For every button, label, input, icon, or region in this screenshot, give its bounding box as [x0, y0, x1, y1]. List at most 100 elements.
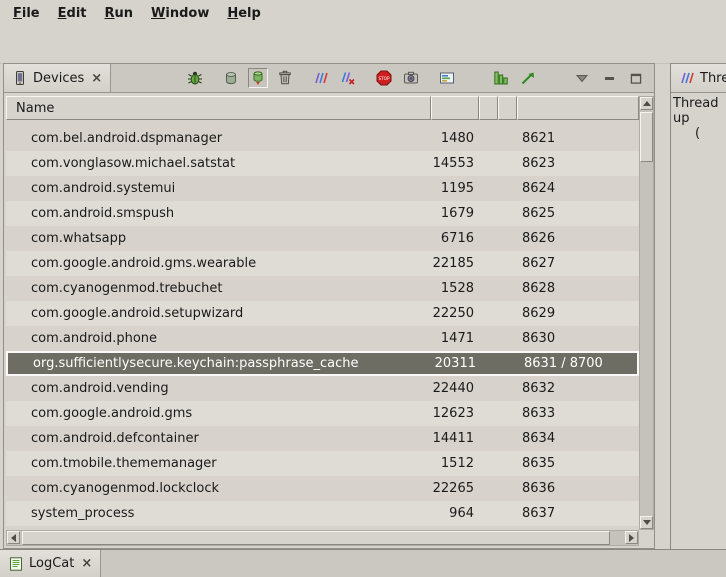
- process-name: com.google.android.gms.wearable: [6, 251, 431, 276]
- process-name: org.sufficientlysecure.keychain:passphra…: [8, 353, 433, 374]
- table-row[interactable]: com.android.phone 1471 8630: [6, 326, 639, 351]
- scroll-left-button[interactable]: [7, 531, 20, 544]
- vertical-scrollbar[interactable]: [639, 96, 654, 530]
- process-port: 8632: [517, 376, 639, 401]
- status-cell: [479, 451, 498, 476]
- process-pid: 20311: [433, 353, 481, 374]
- table-row[interactable]: com.google.android.gms 12623 8633: [6, 401, 639, 426]
- process-port: 8624: [517, 176, 639, 201]
- tab-logcat[interactable]: LogCat ×: [0, 550, 101, 577]
- table-row[interactable]: com.bel.android.dspmanager 1480 8621: [6, 126, 639, 151]
- table-row[interactable]: org.sufficientlysecure.keychain:passphra…: [6, 351, 639, 376]
- table-row[interactable]: com.android.vending 22440 8632: [6, 376, 639, 401]
- process-name: com.cyanogenmod.lockclock: [6, 476, 431, 501]
- scroll-up-button[interactable]: [640, 97, 653, 110]
- process-port: 8635: [517, 451, 639, 476]
- process-pid: 1512: [431, 451, 479, 476]
- process-name: system_process: [6, 501, 431, 526]
- left-arrow-icon: [11, 534, 16, 542]
- table-row[interactable]: com.cyanogenmod.trebuchet 1528 8628: [6, 276, 639, 301]
- trace-icon[interactable]: [437, 68, 457, 88]
- process-pid: 22440: [431, 376, 479, 401]
- screen-capture-icon[interactable]: [401, 68, 421, 88]
- process-port: 8628: [517, 276, 639, 301]
- status-cell: [479, 251, 498, 276]
- process-port: 8630: [517, 326, 639, 351]
- table-row[interactable]: com.android.defcontainer 14411 8634: [6, 426, 639, 451]
- tab-threads[interactable]: Threa: [671, 64, 726, 92]
- minimize-icon[interactable]: [599, 68, 619, 88]
- heap-bars-icon[interactable]: [491, 68, 511, 88]
- process-pid: 964: [431, 501, 479, 526]
- menu-item[interactable]: Help: [218, 3, 269, 24]
- menu-item[interactable]: Edit: [49, 3, 96, 24]
- process-pid: 1528: [431, 276, 479, 301]
- status-cell: [479, 401, 498, 426]
- process-port: 8629: [517, 301, 639, 326]
- column-header-status2[interactable]: [498, 96, 517, 120]
- status-cell: [498, 426, 517, 451]
- column-header-name-label: Name: [16, 101, 54, 116]
- process-port: 8634: [517, 426, 639, 451]
- stop-label: STOP: [378, 76, 390, 81]
- close-icon[interactable]: ×: [91, 71, 102, 86]
- status-cell: [498, 451, 517, 476]
- cause-gc-icon[interactable]: [275, 68, 295, 88]
- process-port: 8637: [517, 501, 639, 526]
- update-threads-icon[interactable]: [311, 68, 331, 88]
- debug-bug-icon[interactable]: [185, 68, 205, 88]
- table-row[interactable]: system_process 964 8637: [6, 501, 639, 526]
- toolbar-strip: [0, 27, 726, 64]
- table-row[interactable]: com.vonglasow.michael.satstat 14553 8623: [6, 151, 639, 176]
- menu-item[interactable]: Window: [142, 3, 218, 24]
- scroll-down-button[interactable]: [640, 516, 653, 529]
- dump-hprof-icon[interactable]: [248, 68, 268, 88]
- method-profiling-arrow-icon[interactable]: [518, 68, 538, 88]
- process-port: 8627: [517, 251, 639, 276]
- update-heap-icon[interactable]: [221, 68, 241, 88]
- process-name: com.google.android.setupwizard: [6, 301, 431, 326]
- tab-devices[interactable]: Devices ×: [4, 64, 111, 92]
- table-row[interactable]: com.cyanogenmod.lockclock 22265 8636: [6, 476, 639, 501]
- maximize-icon[interactable]: [626, 68, 646, 88]
- column-header-port[interactable]: [517, 96, 639, 120]
- table-row[interactable]: com.tmobile.thememanager 1512 8635: [6, 451, 639, 476]
- vertical-scrollbar-thumb[interactable]: [640, 112, 653, 162]
- table-row[interactable]: com.whatsapp 6716 8626: [6, 226, 639, 251]
- up-arrow-icon: [643, 101, 651, 106]
- stop-method-profiling-icon[interactable]: [338, 68, 358, 88]
- table-row[interactable]: com.google.android.setupwizard 22250 862…: [6, 301, 639, 326]
- process-pid: 22250: [431, 301, 479, 326]
- column-header-name[interactable]: Name: [6, 96, 431, 120]
- application-window: FileEditRunWindowHelp Devices ×: [0, 0, 726, 577]
- menu-item[interactable]: Run: [96, 3, 143, 24]
- status-cell: [479, 326, 498, 351]
- horizontal-scrollbar[interactable]: [6, 530, 639, 546]
- status-cell: [479, 376, 498, 401]
- device-icon: [12, 70, 28, 86]
- status-cell: [479, 301, 498, 326]
- stop-process-icon[interactable]: STOP: [374, 68, 394, 88]
- status-cell: [498, 276, 517, 301]
- table-row[interactable]: com.google.android.gms.wearable 22185 86…: [6, 251, 639, 276]
- process-pid: 14411: [431, 426, 479, 451]
- column-header-status1[interactable]: [479, 96, 498, 120]
- menu-item[interactable]: File: [4, 3, 49, 24]
- device-table-body: com.bel.android.dspmanager 1480 8621 com…: [6, 126, 639, 526]
- status-cell: [479, 276, 498, 301]
- view-menu-icon[interactable]: [572, 68, 592, 88]
- devices-tabbar: Devices ×: [4, 64, 654, 93]
- threads-icon: [679, 70, 695, 86]
- table-row[interactable]: com.android.systemui 1195 8624: [6, 176, 639, 201]
- column-header-pid[interactable]: [431, 96, 479, 120]
- table-row[interactable]: com.android.smspush 1679 8625: [6, 201, 639, 226]
- horizontal-scrollbar-thumb[interactable]: [22, 531, 610, 545]
- close-icon[interactable]: ×: [81, 556, 92, 571]
- process-pid: 1195: [431, 176, 479, 201]
- scroll-right-button[interactable]: [625, 531, 638, 544]
- table-header: Name: [6, 96, 639, 120]
- threads-view: Threa Thread up (: [670, 63, 726, 549]
- status-cell: [498, 301, 517, 326]
- process-name: com.cyanogenmod.trebuchet: [6, 276, 431, 301]
- process-port: 8631 / 8700: [519, 353, 637, 374]
